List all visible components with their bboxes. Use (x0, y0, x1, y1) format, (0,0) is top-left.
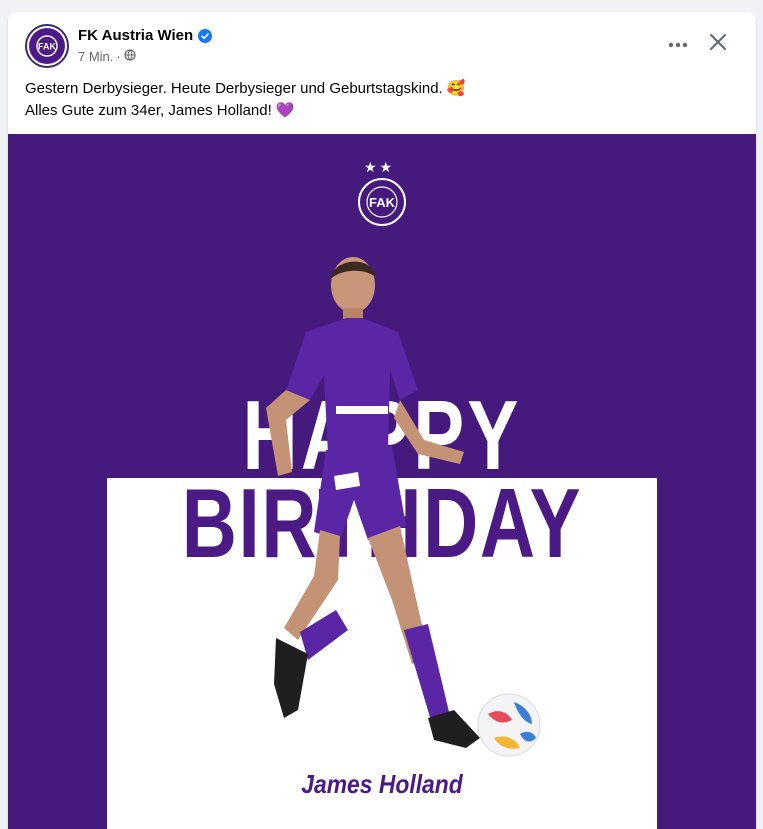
crest-stars: ★★ (364, 159, 396, 175)
football-icon (474, 690, 544, 765)
purple-heart-emoji-icon: 💜 (275, 102, 295, 119)
more-options-icon (668, 35, 688, 53)
verified-badge-icon (198, 28, 213, 43)
close-button[interactable] (704, 30, 732, 58)
page-name-row: FK Austria Wien (78, 27, 213, 44)
close-icon (709, 33, 727, 56)
page-avatar[interactable]: FAK (25, 24, 69, 68)
svg-text:FAK: FAK (38, 42, 57, 52)
post-card: FAK FK Austria Wien 7 Min. · Gestern Der… (8, 12, 756, 829)
post-text-2: Alles Gute zum 34er, James Holland! (25, 102, 272, 119)
post-text-1: Gestern Derbysieger. Heute Derbysieger u… (25, 80, 443, 97)
player-name: James Holland (301, 769, 463, 799)
post-text-line-1: Gestern Derbysieger. Heute Derbysieger u… (25, 78, 725, 100)
post-meta: 7 Min. · (78, 49, 136, 64)
post-message: Gestern Derbysieger. Heute Derbysieger u… (25, 78, 725, 122)
meta-separator: · (116, 49, 121, 64)
post-image[interactable]: ★★ FAK HAPPY BIRTHDAY (8, 134, 756, 829)
smiling-hearts-emoji-icon: 🥰 (446, 80, 466, 97)
post-header: FAK FK Austria Wien 7 Min. · (8, 12, 756, 76)
post-timestamp[interactable]: 7 Min. (78, 49, 113, 64)
more-options-button[interactable] (663, 32, 693, 56)
svg-text:FAK: FAK (369, 195, 396, 210)
club-crest-icon: FAK (356, 176, 408, 233)
post-text-line-2: Alles Gute zum 34er, James Holland! 💜 (25, 100, 725, 122)
page-name-link[interactable]: FK Austria Wien (78, 27, 193, 44)
globe-icon[interactable] (124, 49, 136, 64)
avatar-crest-icon: FAK (29, 28, 65, 64)
